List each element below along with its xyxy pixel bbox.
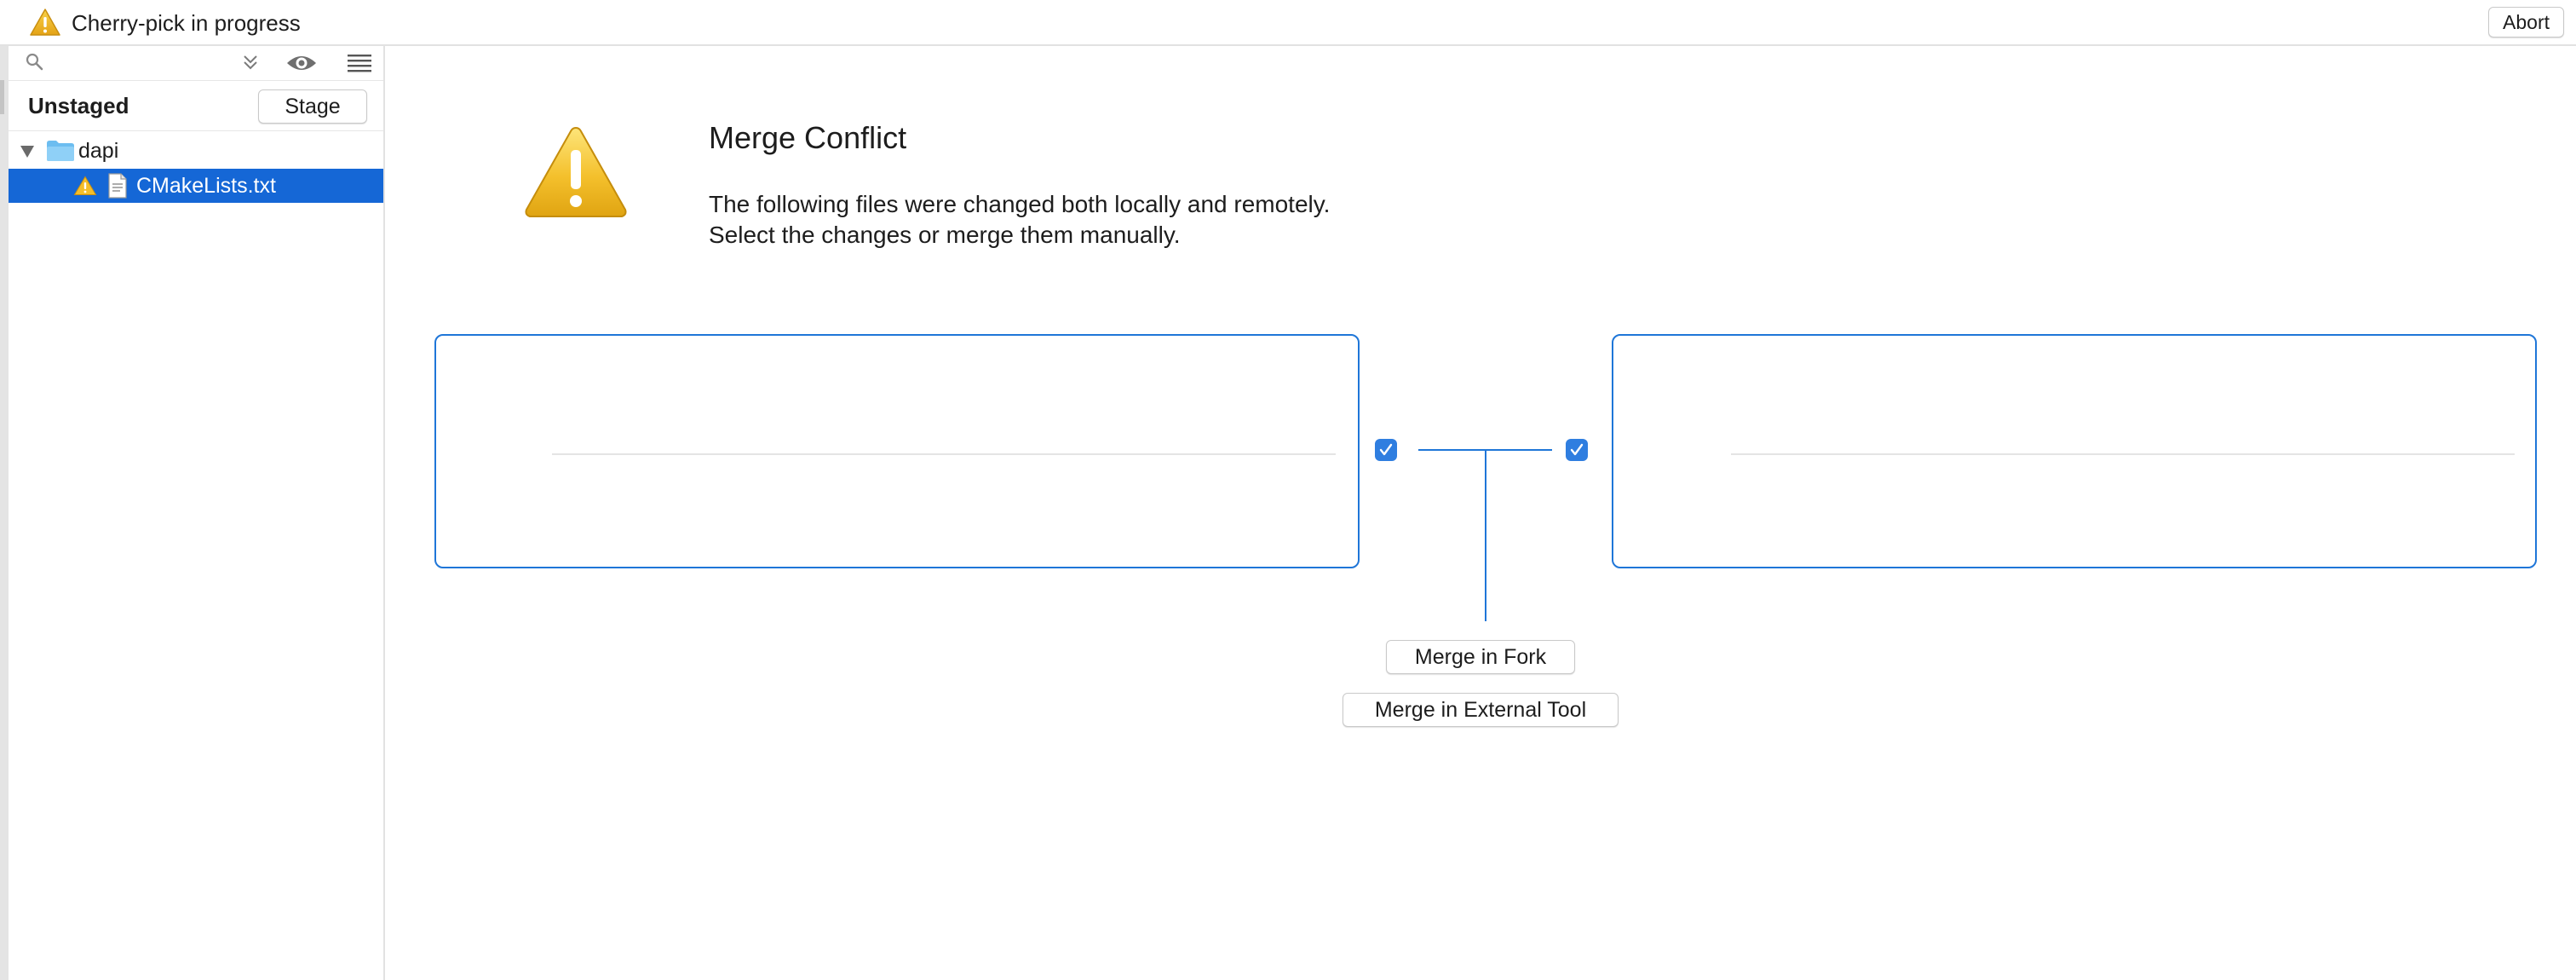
tree-folder-row[interactable]: dapi: [9, 134, 383, 168]
folder-label: dapi: [78, 139, 119, 163]
local-changes-checkbox[interactable]: [1375, 439, 1397, 461]
folder-icon: [47, 141, 74, 161]
file-label: CMakeLists.txt: [136, 174, 276, 198]
merge-external-tool-button[interactable]: Merge in External Tool: [1343, 693, 1619, 727]
window-edge: [0, 46, 9, 980]
description-line: The following files were changed both lo…: [709, 191, 1331, 217]
checkmark-icon: [1570, 443, 1584, 456]
disclosure-triangle-icon[interactable]: [19, 144, 36, 159]
eye-icon[interactable]: [285, 51, 319, 75]
filter-bar: [9, 46, 383, 78]
panel-divider: [552, 453, 1336, 455]
checkmark-icon: [1379, 443, 1393, 456]
merge-connector-vertical: [1485, 449, 1486, 621]
sidebar: Unstaged Stage dapi CMakeLists.txt: [9, 46, 385, 980]
stage-button[interactable]: Stage: [258, 89, 367, 124]
large-warning-icon: [525, 126, 627, 217]
warning-triangle-icon: [30, 9, 60, 36]
warning-icon: [73, 176, 97, 195]
merge-in-fork-button[interactable]: Merge in Fork: [1386, 640, 1575, 674]
description-line: Select the changes or merge them manuall…: [709, 222, 1181, 248]
conflict-description: The following files were changed both lo…: [709, 189, 1330, 251]
list-icon[interactable]: [346, 51, 373, 75]
local-changes-panel[interactable]: [434, 334, 1360, 568]
edge-scroll-knob[interactable]: [0, 80, 4, 114]
cherry-pick-banner: Cherry-pick in progress Abort: [0, 0, 2576, 46]
banner-title: Cherry-pick in progress: [72, 10, 301, 36]
remote-changes-panel[interactable]: [1612, 334, 2537, 568]
remote-changes-checkbox[interactable]: [1566, 439, 1588, 461]
conflict-title: Merge Conflict: [709, 120, 907, 155]
filter-input[interactable]: [51, 49, 230, 75]
unstaged-section-header: Unstaged Stage: [9, 80, 383, 131]
abort-button[interactable]: Abort: [2488, 7, 2564, 37]
tree-file-row[interactable]: CMakeLists.txt: [9, 169, 383, 203]
unstaged-title: Unstaged: [28, 93, 129, 118]
panel-divider: [1731, 453, 2515, 455]
search-icon: [26, 53, 43, 71]
text-file-icon: [108, 173, 127, 199]
chevron-double-down-icon[interactable]: [239, 51, 262, 75]
